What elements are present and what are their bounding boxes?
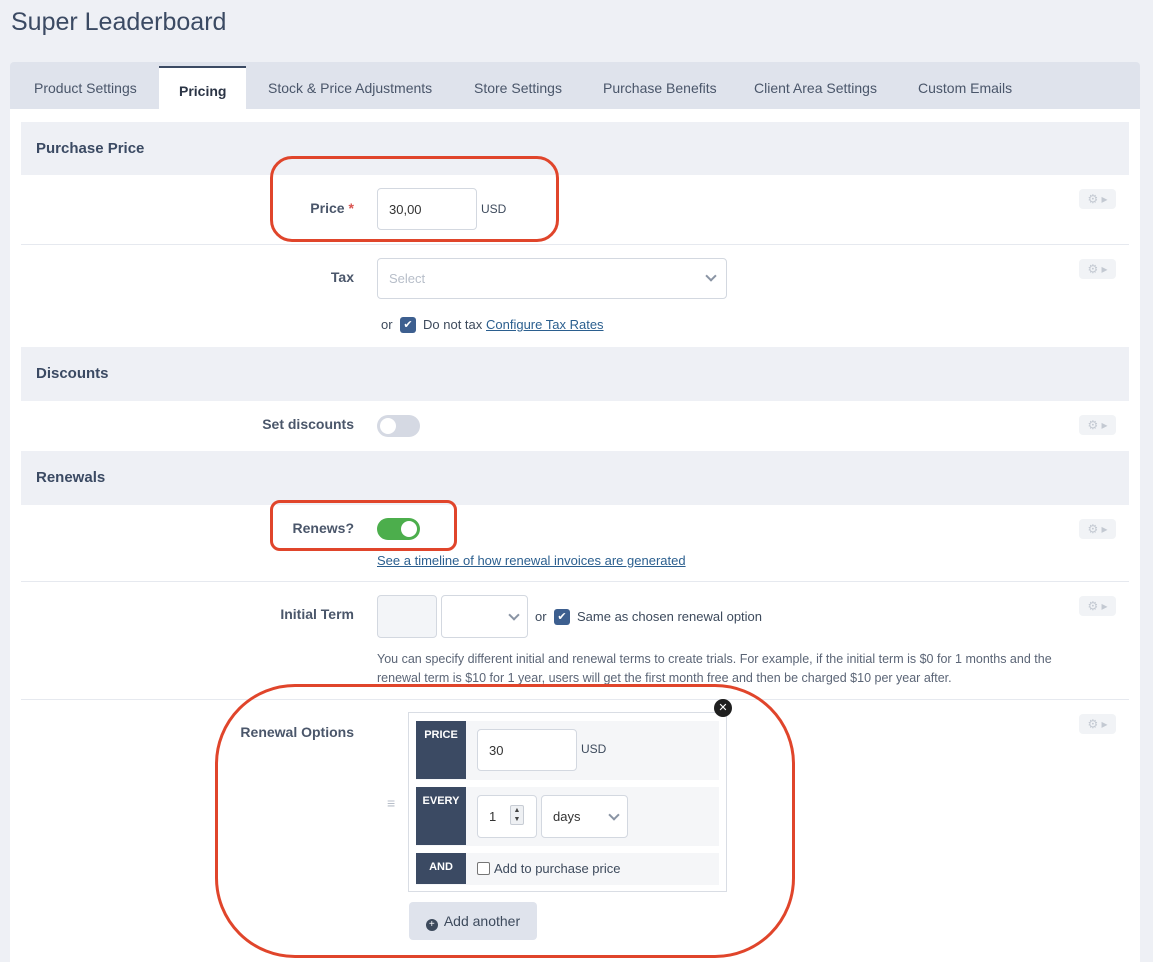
- price-label: Price *: [310, 200, 354, 216]
- add-to-purchase-checkbox[interactable]: [477, 862, 490, 875]
- plus-circle-icon: +: [425, 919, 438, 931]
- chevron-down-icon: [705, 270, 717, 282]
- renewal-timeline-link[interactable]: See a timeline of how renewal invoices a…: [377, 553, 686, 568]
- same-as-renewal-checkbox[interactable]: ✔: [554, 609, 570, 625]
- or-text: or: [381, 317, 393, 332]
- and-tag: AND: [416, 853, 466, 884]
- or-text: or: [535, 609, 547, 624]
- add-another-label: Add another: [443, 913, 521, 929]
- renews-settings-gear-icon[interactable]: ⚙ ▸: [1079, 519, 1116, 539]
- renewal-options-label: Renewal Options: [240, 724, 354, 740]
- tab-store-settings[interactable]: Store Settings: [474, 62, 562, 110]
- divider: [21, 244, 1129, 245]
- renews-label: Renews?: [292, 520, 354, 536]
- do-not-tax-label: Do not tax: [423, 317, 483, 332]
- initial-term-label: Initial Term: [280, 606, 354, 622]
- divider: [21, 699, 1129, 700]
- renewal-price-input[interactable]: 30: [477, 729, 577, 771]
- tab-purchase-benefits[interactable]: Purchase Benefits: [603, 62, 717, 110]
- add-to-purchase-label: Add to purchase price: [494, 861, 621, 876]
- configure-tax-rates-link[interactable]: Configure Tax Rates: [486, 317, 604, 332]
- renewal-option-card: PRICE 30 USD EVERY 1 ▲ ▼ days AND Add to …: [408, 712, 727, 892]
- renewal-every-value: 1: [489, 809, 497, 824]
- renewals-heading: Renewals: [21, 451, 1129, 505]
- required-mark: *: [348, 200, 354, 216]
- tab-custom-emails[interactable]: Custom Emails: [918, 62, 1012, 110]
- price-input[interactable]: 30,00: [377, 188, 477, 230]
- renewal-every-stepper[interactable]: 1 ▲ ▼: [477, 795, 537, 838]
- initial-term-help-text: You can specify different initial and re…: [377, 652, 1052, 685]
- set-discounts-label: Set discounts: [262, 416, 354, 432]
- tab-product-settings[interactable]: Product Settings: [34, 62, 137, 110]
- every-tag: EVERY: [416, 787, 466, 845]
- tab-stock-price-adjustments[interactable]: Stock & Price Adjustments: [268, 62, 432, 110]
- chevron-down-icon: [508, 609, 520, 621]
- do-not-tax-checkbox[interactable]: ✔: [400, 317, 416, 333]
- renewal-period-select[interactable]: days: [541, 795, 628, 838]
- tab-client-area-settings[interactable]: Client Area Settings: [754, 62, 877, 110]
- set-discounts-toggle[interactable]: [377, 415, 420, 437]
- initial-term-amount-input[interactable]: [377, 595, 437, 638]
- tab-pricing[interactable]: Pricing: [159, 66, 247, 112]
- chevron-down-icon: [608, 809, 620, 821]
- renewal-price-currency: USD: [581, 742, 607, 756]
- purchase-price-heading: Purchase Price: [21, 122, 1129, 175]
- renewal-and-row: AND Add to purchase price: [416, 853, 719, 885]
- initial-term-period-select[interactable]: [441, 595, 528, 638]
- discounts-settings-gear-icon[interactable]: ⚙ ▸: [1079, 415, 1116, 435]
- stepper-arrows-icon[interactable]: ▲ ▼: [510, 805, 524, 825]
- toggle-knob: [380, 418, 396, 434]
- same-as-renewal-label: Same as chosen renewal option: [577, 609, 763, 624]
- discounts-heading: Discounts: [21, 347, 1129, 401]
- renewal-every-row: EVERY 1 ▲ ▼ days: [416, 787, 719, 846]
- divider: [21, 581, 1129, 582]
- price-tag: PRICE: [416, 721, 466, 779]
- drag-handle-icon[interactable]: ≡: [387, 795, 395, 811]
- toggle-knob: [401, 521, 417, 537]
- tax-label: Tax: [330, 269, 354, 285]
- add-another-button[interactable]: + Add another: [409, 902, 537, 940]
- tax-select-placeholder: Select: [389, 271, 426, 286]
- renews-toggle[interactable]: [377, 518, 420, 540]
- price-settings-gear-icon[interactable]: ⚙ ▸: [1079, 189, 1116, 209]
- initial-term-settings-gear-icon[interactable]: ⚙ ▸: [1079, 596, 1116, 616]
- renewal-period-value: days: [553, 809, 581, 824]
- renewal-price-row: PRICE 30 USD: [416, 721, 719, 780]
- tax-settings-gear-icon[interactable]: ⚙ ▸: [1079, 259, 1116, 279]
- tax-select[interactable]: Select: [377, 258, 727, 299]
- renewal-options-settings-gear-icon[interactable]: ⚙ ▸: [1079, 714, 1116, 734]
- price-currency: USD: [481, 202, 507, 216]
- remove-option-close-icon[interactable]: ✕: [714, 699, 732, 717]
- page-title: Super Leaderboard: [11, 8, 227, 36]
- tab-bar: Product Settings Pricing Stock & Price A…: [10, 62, 1140, 112]
